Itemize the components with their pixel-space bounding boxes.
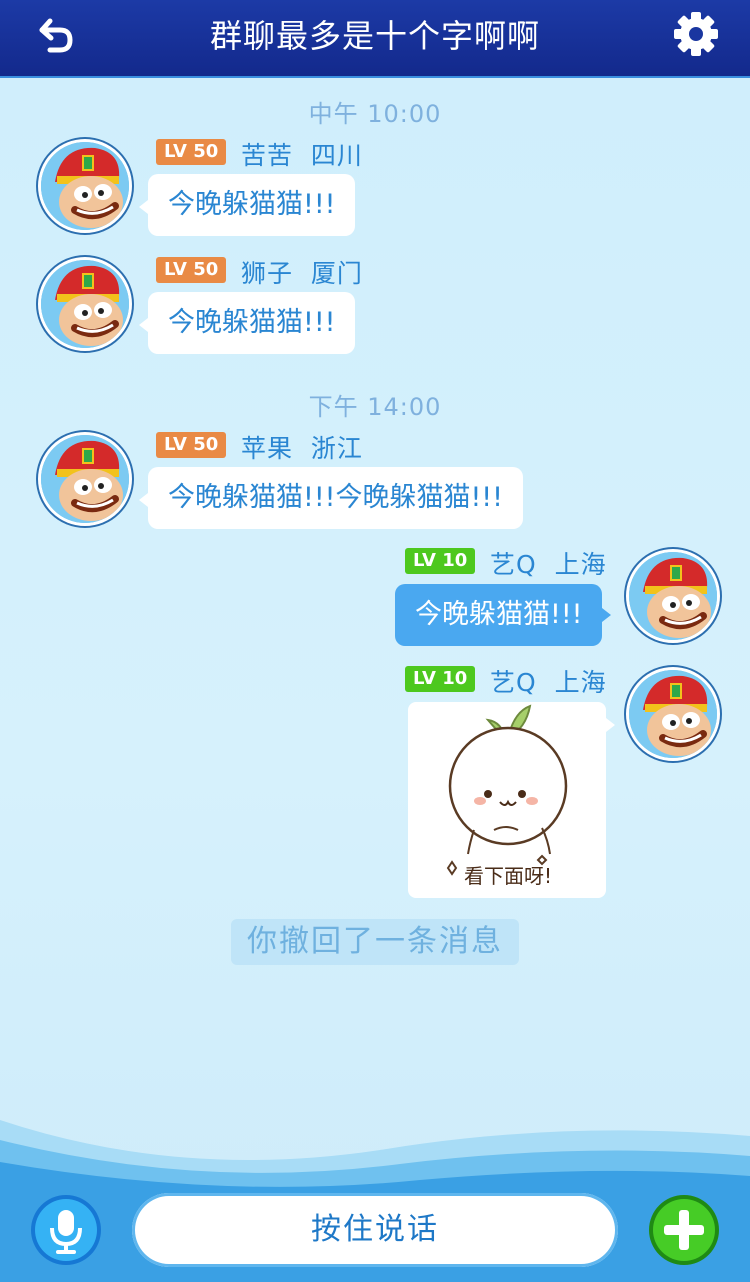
gear-icon <box>674 12 718 56</box>
cartoon-avatar-icon <box>41 435 129 523</box>
chat-title: 群聊最多是十个字啊啊 <box>209 17 540 55</box>
my-avatar[interactable] <box>626 667 720 761</box>
top-bar: 群聊最多是十个字啊啊 <box>0 0 750 76</box>
avatar[interactable] <box>38 139 132 233</box>
sender-name: 苦苦 <box>241 141 294 170</box>
cartoon-avatar-icon <box>629 670 717 758</box>
cartoon-avatar-icon <box>41 142 129 230</box>
sender-location: 上海 <box>554 550 607 579</box>
sender-info: 苦苦 四川 <box>241 136 363 172</box>
timestamp: 下午 14:00 <box>308 393 442 421</box>
message-bubble[interactable]: 今晚躲猫猫!!!今晚躲猫猫!!! <box>139 467 523 529</box>
sender-name: 艺Q <box>490 668 537 697</box>
settings-button[interactable] <box>670 8 722 60</box>
level-badge: LV 50 <box>156 139 227 165</box>
sprout-bun-sticker: 看下面呀! <box>446 704 568 888</box>
timestamp: 中午 10:00 <box>308 100 442 128</box>
sender-location: 厦门 <box>310 259 363 288</box>
more-options-button[interactable] <box>648 1194 720 1266</box>
sender-info: 艺Q 上海 <box>490 663 607 699</box>
cartoon-avatar-icon <box>41 260 129 348</box>
level-badge: LV 50 <box>156 432 227 458</box>
message-bubble[interactable]: 今晚躲猫猫!!! <box>138 292 356 354</box>
my-avatar[interactable] <box>626 549 720 643</box>
sender-name: 狮子 <box>241 259 294 288</box>
avatar[interactable] <box>38 257 132 351</box>
microphone-icon <box>31 1195 101 1265</box>
sender-location: 上海 <box>554 668 607 697</box>
sender-location: 四川 <box>310 141 363 170</box>
hold-to-talk-button[interactable]: 按住说话 <box>132 1193 618 1267</box>
sender-name: 艺Q <box>490 550 537 579</box>
voice-toggle-button[interactable] <box>30 1194 102 1266</box>
cartoon-avatar-icon <box>629 552 717 640</box>
sender-name: 苹果 <box>241 434 294 463</box>
sender-info: 艺Q 上海 <box>490 545 607 581</box>
level-badge: LV 10 <box>405 548 476 574</box>
recall-notice: 你撤回了一条消息 <box>231 919 519 965</box>
sticker-message[interactable]: 看下面呀! <box>408 702 615 898</box>
plus-icon <box>649 1195 719 1265</box>
sender-info: 苹果 浙江 <box>241 429 363 465</box>
avatar[interactable] <box>38 432 132 526</box>
sticker-caption: 看下面呀! <box>464 864 552 888</box>
message-bubble[interactable]: 今晚躲猫猫!!! <box>138 174 356 236</box>
sender-info: 狮子 厦门 <box>241 254 363 290</box>
my-message-bubble[interactable]: 今晚躲猫猫!!! <box>395 584 612 646</box>
sender-location: 浙江 <box>310 434 363 463</box>
level-badge: LV 10 <box>405 666 476 692</box>
level-badge: LV 50 <box>156 257 227 283</box>
